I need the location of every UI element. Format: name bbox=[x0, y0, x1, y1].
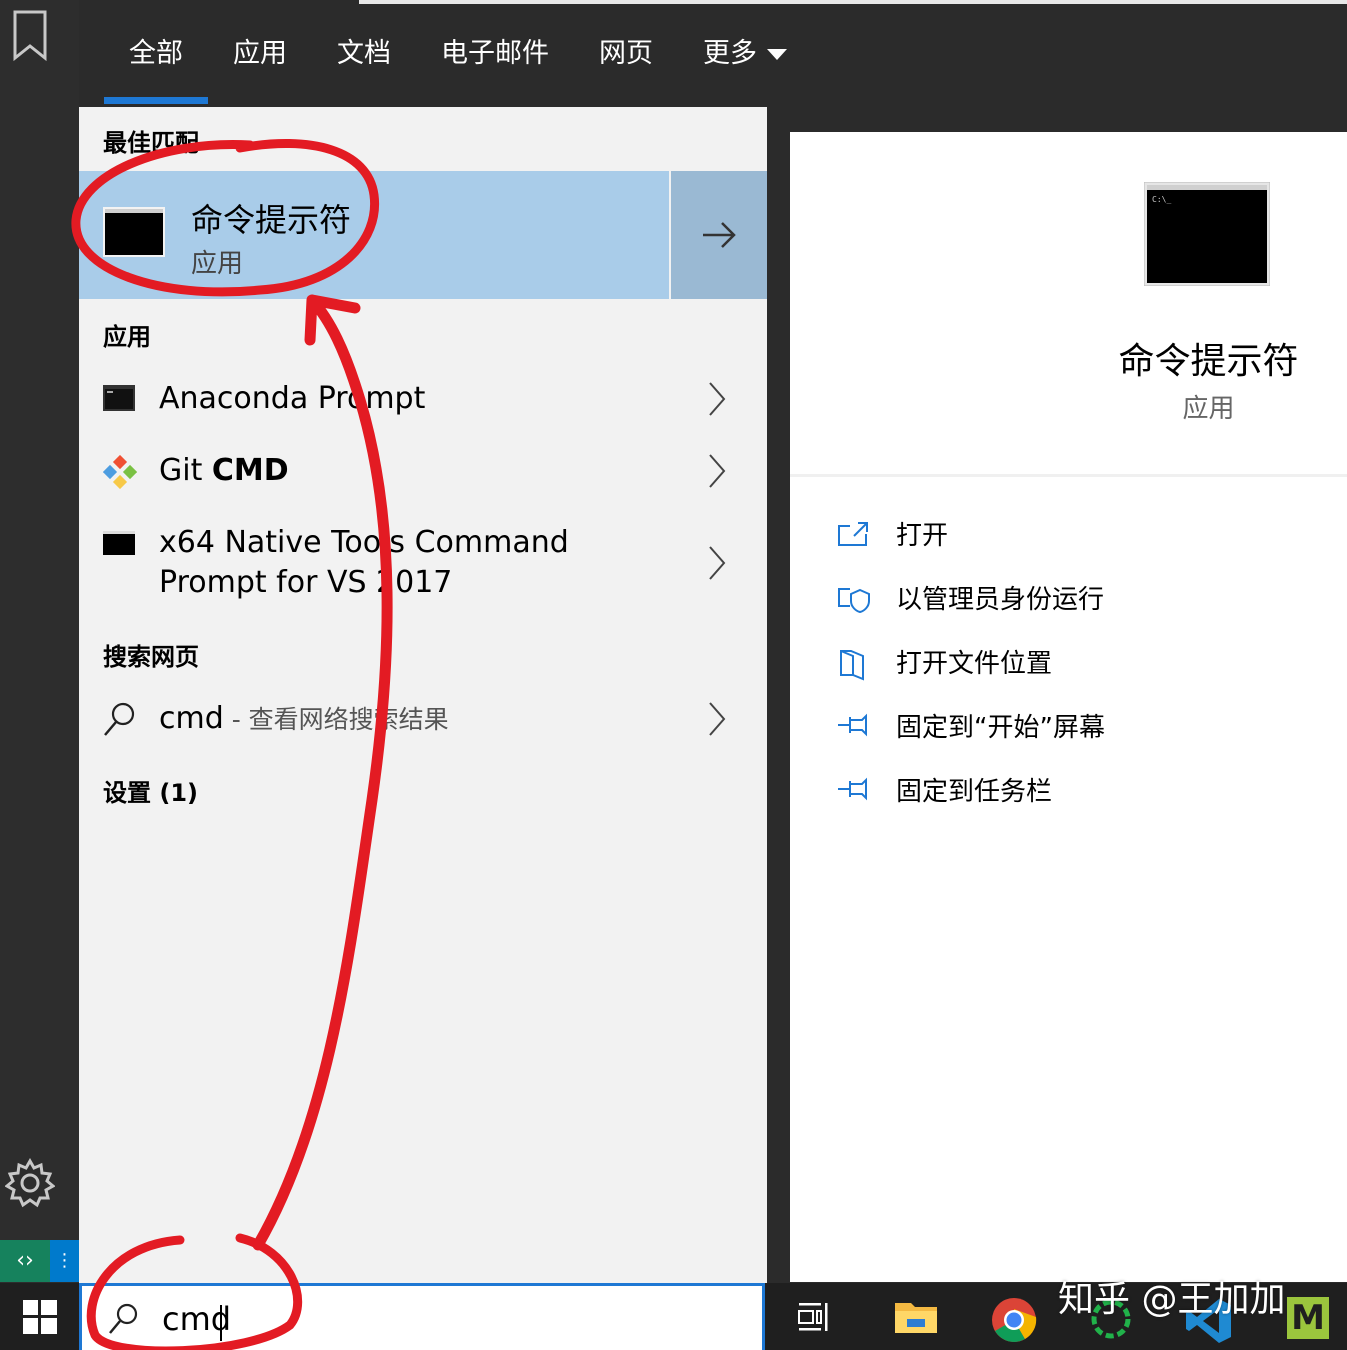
tab-label: 文档 bbox=[337, 38, 391, 69]
svg-text:C:\_: C:\_ bbox=[1152, 195, 1171, 204]
open-icon bbox=[838, 522, 868, 546]
tab-label: 电子邮件 bbox=[441, 38, 549, 69]
preview-pane: C:\_ 命令提示符 应用 打开 以管理员身份运行 打开文件位置 固定到“开始”… bbox=[790, 132, 1347, 1282]
remote-indicator-icon[interactable]: ‹› bbox=[0, 1240, 50, 1282]
app-item-x64-native-tools[interactable]: x64 Native Tools Command Prompt for VS 2… bbox=[79, 517, 767, 607]
web-search-result[interactable]: cmd - 查看网络搜索结果 bbox=[79, 693, 767, 745]
web-result-query: cmd bbox=[159, 701, 224, 736]
markdown-app-icon[interactable]: M bbox=[1287, 1297, 1329, 1339]
section-apps: 应用 bbox=[103, 323, 151, 351]
pin-icon bbox=[838, 713, 867, 737]
tab-label: 更多 bbox=[703, 38, 757, 69]
app-item-git-cmd[interactable]: Git CMD bbox=[79, 445, 767, 497]
chevron-right-icon[interactable] bbox=[707, 381, 727, 417]
preview-title: 命令提示符 bbox=[1118, 341, 1299, 382]
gear-icon[interactable] bbox=[5, 1158, 55, 1208]
caret-down-icon bbox=[767, 49, 787, 60]
watermark: 知乎 @王加加 bbox=[1058, 1279, 1286, 1320]
app-label-prefix: Git bbox=[159, 453, 212, 488]
command-prompt-icon: C:\_ bbox=[1144, 182, 1270, 286]
tab-documents[interactable]: 文档 bbox=[337, 34, 391, 74]
arrow-right-icon bbox=[703, 222, 736, 248]
preview-header: C:\_ 命令提示符 应用 bbox=[790, 132, 1347, 477]
web-result-label: cmd - 查看网络搜索结果 bbox=[159, 699, 449, 740]
pin-icon bbox=[838, 777, 867, 801]
app-label: Git CMD bbox=[159, 451, 289, 491]
git-cmd-icon bbox=[103, 455, 137, 489]
action-label: 以管理员身份运行 bbox=[896, 585, 1105, 615]
action-label: 固定到“开始”屏幕 bbox=[896, 713, 1105, 743]
bookmark-icon[interactable] bbox=[12, 10, 48, 62]
chevron-right-icon[interactable] bbox=[707, 545, 727, 581]
tab-label: 全部 bbox=[129, 38, 183, 69]
action-label: 打开文件位置 bbox=[896, 649, 1053, 679]
app-label: Anaconda Prompt bbox=[159, 381, 426, 416]
best-match-title: 命令提示符 bbox=[191, 201, 352, 239]
action-label: 固定到任务栏 bbox=[896, 777, 1053, 807]
action-label: 打开 bbox=[896, 521, 949, 551]
file-explorer-icon[interactable] bbox=[893, 1297, 939, 1337]
tab-more[interactable]: 更多 bbox=[703, 34, 787, 74]
chevron-right-icon[interactable] bbox=[707, 701, 727, 737]
search-scope-tabs: 全部 应用 文档 电子邮件 网页 更多 bbox=[79, 4, 1347, 107]
app-label-match: CMD bbox=[211, 453, 289, 488]
web-result-suffix: - 查看网络搜索结果 bbox=[223, 705, 449, 734]
vs-native-tools-icon bbox=[103, 531, 135, 555]
start-button[interactable] bbox=[0, 1283, 79, 1350]
tab-web[interactable]: 网页 bbox=[599, 34, 653, 74]
admin-shield-icon bbox=[838, 588, 870, 614]
task-view-icon[interactable] bbox=[795, 1297, 835, 1337]
anaconda-prompt-icon bbox=[103, 385, 135, 411]
search-input[interactable] bbox=[160, 1294, 724, 1344]
source-control-icon[interactable]: ⋮ bbox=[50, 1240, 79, 1282]
windows-logo-icon bbox=[22, 1299, 57, 1334]
text-caret bbox=[220, 1305, 222, 1341]
app-label-line2: Prompt for VS 2017 bbox=[159, 565, 453, 600]
app-label-line1: x64 Native Tools Command bbox=[159, 525, 569, 560]
tab-label: 应用 bbox=[233, 38, 287, 69]
search-icon bbox=[104, 702, 135, 736]
section-web: 搜索网页 bbox=[103, 643, 199, 671]
best-match-expand-button[interactable] bbox=[671, 171, 767, 299]
tab-email[interactable]: 电子邮件 bbox=[441, 34, 549, 74]
preview-subtitle: 应用 bbox=[1182, 394, 1235, 424]
tab-all[interactable]: 全部 bbox=[104, 34, 208, 104]
file-location-icon bbox=[840, 650, 864, 681]
search-icon bbox=[109, 1303, 138, 1334]
chrome-icon[interactable] bbox=[991, 1297, 1037, 1343]
app-item-anaconda-prompt[interactable]: Anaconda Prompt bbox=[79, 373, 767, 425]
left-sidebar-strip: ‹› ⋮ bbox=[0, 0, 79, 1350]
tab-apps[interactable]: 应用 bbox=[233, 34, 287, 74]
section-best-match: 最佳匹配 bbox=[103, 129, 199, 157]
tab-label: 网页 bbox=[599, 38, 653, 69]
results-pane: 最佳匹配 命令提示符 应用 应用 Anaconda Prompt Git CMD… bbox=[79, 107, 767, 1283]
command-prompt-icon bbox=[103, 207, 165, 257]
chevron-right-icon[interactable] bbox=[707, 453, 727, 489]
section-settings[interactable]: 设置 (1) bbox=[103, 773, 198, 808]
search-box[interactable] bbox=[79, 1283, 765, 1350]
best-match-item[interactable]: 命令提示符 应用 bbox=[79, 171, 669, 299]
best-match-subtitle: 应用 bbox=[191, 249, 244, 279]
